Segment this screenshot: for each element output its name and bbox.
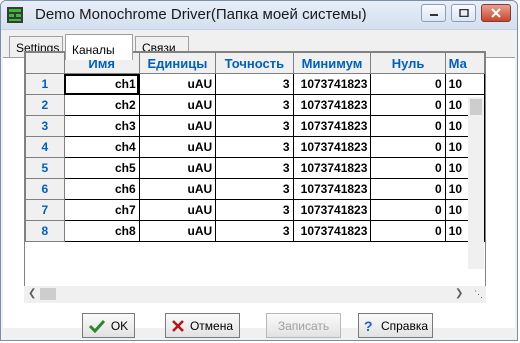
minimize-icon (429, 14, 438, 16)
ok-label: OK (110, 318, 129, 333)
table-row[interactable]: 3 ch3 uAU 3 1073741823 0 10 (25, 115, 485, 137)
column-header-units[interactable]: Единицы (138, 52, 217, 74)
table-cell[interactable]: 0 (370, 178, 446, 200)
close-icon (491, 8, 501, 18)
table-cell[interactable]: 3 (215, 157, 294, 179)
table-cell[interactable]: 3 (215, 73, 294, 95)
help-button[interactable]: ? Справка (358, 313, 433, 338)
row-number[interactable]: 3 (25, 115, 65, 137)
table-row[interactable]: 1 ch1 uAU 3 1073741823 0 10 (25, 73, 485, 95)
table-cell[interactable]: ch3 (63, 115, 140, 137)
ok-button[interactable]: OK (82, 313, 135, 338)
table-cell[interactable]: 10 (444, 73, 485, 95)
table-cell[interactable]: uAU (138, 115, 217, 137)
table-cell[interactable]: 3 (215, 199, 294, 221)
table-cell[interactable]: ch1 (63, 73, 140, 95)
table-row[interactable]: 5 ch5 uAU 3 1073741823 0 10 (25, 157, 485, 179)
row-number[interactable]: 7 (25, 199, 65, 221)
table-cell[interactable]: 1073741823 (292, 73, 372, 95)
table-cell[interactable]: uAU (138, 220, 217, 242)
grid-corner (25, 52, 65, 74)
table-cell[interactable]: 0 (370, 157, 446, 179)
table-row[interactable]: 4 ch4 uAU 3 1073741823 0 10 (25, 136, 485, 158)
table-cell[interactable]: uAU (138, 178, 217, 200)
table-cell[interactable]: 3 (215, 136, 294, 158)
row-number[interactable]: 4 (25, 136, 65, 158)
table-cell[interactable]: 0 (370, 115, 446, 137)
app-icon (7, 7, 23, 23)
column-header-precision[interactable]: Точность (215, 52, 294, 74)
column-header-zero[interactable]: Нуль (370, 52, 446, 74)
table-cell[interactable]: 1073741823 (292, 178, 372, 200)
table-row[interactable]: 6 ch6 uAU 3 1073741823 0 10 (25, 178, 485, 200)
cancel-label: Отмена (189, 318, 234, 333)
table-row[interactable]: 7 ch7 uAU 3 1073741823 0 10 (25, 199, 485, 221)
svg-text:?: ? (364, 319, 373, 333)
table-cell[interactable]: uAU (138, 157, 217, 179)
column-header-minimum[interactable]: Минимум (292, 52, 372, 74)
table-cell[interactable]: 1073741823 (292, 220, 372, 242)
tab-channels[interactable]: Каналы (65, 34, 133, 60)
check-icon (88, 319, 105, 333)
minimize-button[interactable] (421, 4, 446, 22)
close-button[interactable] (481, 4, 511, 22)
table-cell[interactable]: 1073741823 (292, 94, 372, 116)
scroll-right-icon[interactable]: ❯ (455, 288, 463, 299)
table-cell[interactable]: 3 (215, 178, 294, 200)
table-cell[interactable]: ch5 (63, 157, 140, 179)
table-cell[interactable]: 1073741823 (292, 157, 372, 179)
table-cell[interactable]: ch4 (63, 136, 140, 158)
row-number[interactable]: 5 (25, 157, 65, 179)
size-grip-icon: ⋱ (474, 289, 483, 299)
table-cell[interactable]: 3 (215, 94, 294, 116)
column-header-max[interactable]: Ма (444, 52, 485, 74)
table-cell[interactable]: 1073741823 (292, 136, 372, 158)
x-icon (172, 319, 184, 332)
scroll-left-icon[interactable]: ❮ (28, 288, 36, 299)
table-row[interactable]: 2 ch2 uAU 3 1073741823 0 10 (25, 94, 485, 116)
horizontal-scrollbar[interactable]: ❮ ❯ ⋱ (24, 286, 486, 303)
channels-table: Имя Единицы Точность Минимум Нуль Ма 1 ch… (25, 52, 485, 242)
table-cell[interactable]: 0 (370, 73, 446, 95)
vertical-scroll-thumb[interactable] (470, 99, 482, 115)
table-cell[interactable]: 1073741823 (292, 199, 372, 221)
table-cell[interactable]: 3 (215, 115, 294, 137)
table-cell[interactable]: uAU (138, 136, 217, 158)
maximize-button[interactable] (451, 4, 476, 22)
cancel-button[interactable]: Отмена (165, 313, 240, 338)
row-number[interactable]: 6 (25, 178, 65, 200)
table-cell[interactable]: 3 (215, 220, 294, 242)
table-cell[interactable]: 1073741823 (292, 115, 372, 137)
help-label: Справка (380, 318, 429, 333)
dialog-window: Demo Monochrome Driver(Папка моей систем… (0, 0, 518, 341)
horizontal-scroll-thumb[interactable] (40, 288, 56, 300)
table-cell[interactable]: 0 (370, 220, 446, 242)
row-number[interactable]: 2 (25, 94, 65, 116)
table-row[interactable]: 8 ch8 uAU 3 1073741823 0 10 (25, 220, 485, 242)
row-number[interactable]: 1 (25, 73, 65, 95)
table-cell[interactable]: 0 (370, 199, 446, 221)
table-cell[interactable]: uAU (138, 94, 217, 116)
table-cell[interactable]: uAU (138, 73, 217, 95)
row-number[interactable]: 8 (25, 220, 65, 242)
maximize-icon (458, 9, 469, 17)
window-title: Demo Monochrome Driver(Папка моей систем… (35, 6, 367, 23)
table-cell[interactable]: ch7 (63, 199, 140, 221)
channels-grid[interactable]: Имя Единицы Точность Минимум Нуль Ма 1 ch… (24, 51, 486, 287)
table-cell[interactable]: ch2 (63, 94, 140, 116)
vertical-scrollbar[interactable] (468, 97, 484, 269)
question-icon: ? (364, 319, 373, 333)
table-cell[interactable]: uAU (138, 199, 217, 221)
save-button[interactable]: Записать (266, 313, 341, 338)
table-cell[interactable]: ch6 (63, 178, 140, 200)
table-cell[interactable]: 0 (370, 136, 446, 158)
save-label: Записать (277, 318, 330, 333)
table-cell[interactable]: ch8 (63, 220, 140, 242)
title-bar[interactable]: Demo Monochrome Driver(Папка моей систем… (1, 1, 517, 30)
table-cell[interactable]: 0 (370, 94, 446, 116)
